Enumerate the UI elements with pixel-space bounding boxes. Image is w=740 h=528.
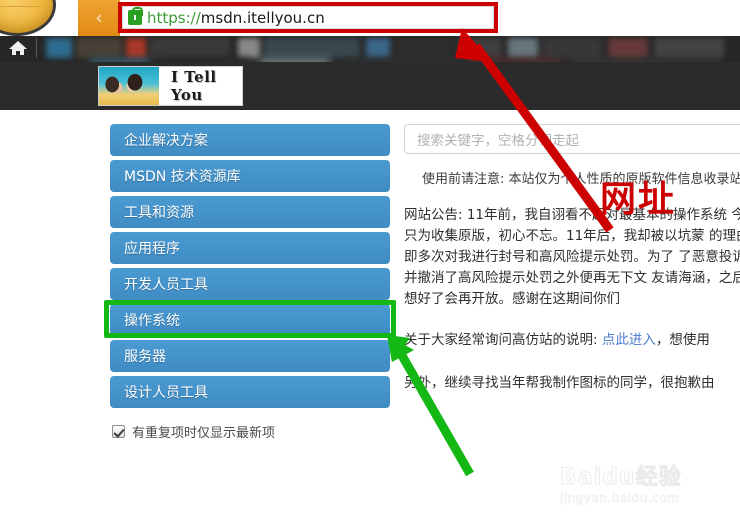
browser-chrome: ‹ https:// msdn.itellyou.cn [0,0,740,36]
watermark-sub: jingyan.baidu.com [560,491,680,506]
lock-icon [128,7,143,25]
sidebar-item-label: MSDN 技术资源库 [124,169,241,185]
search-placeholder: 搜索关键字，空格分词走起 [417,133,579,149]
url-host: msdn.itellyou.cn [200,8,325,27]
site-announcement: 网站公告: 11年前，我自诩看不起对最基本的操作系统 今只为收集原版，初心不忘。… [404,207,740,307]
sidebar-item-applications[interactable]: 应用程序 [110,232,390,264]
browser-menu-orb[interactable] [0,0,56,36]
sidebar-item-label: 操作系统 [124,313,180,329]
logo-photo-icon [99,67,159,105]
high-imitation-suffix: ，想使用 [655,332,710,348]
red-annotation-label: 网址 [600,179,677,220]
sidebar-item-label: 企业解决方案 [124,133,208,149]
baidu-jingyan-watermark: Baidu经验 jingyan.baidu.com [560,465,735,506]
latest-only-label: 有重复项时仅显示最新项 [132,426,276,441]
sidebar-item-label: 设计人员工具 [124,385,208,401]
icon-author-notice: 另外，继续寻找当年帮我制作图标的同学，很抱歉由 [404,375,715,391]
high-imitation-notice: 关于大家经常询问高仿站的说明: 点此进入，想使用 [404,330,740,351]
sidebar-item-msdn-library[interactable]: MSDN 技术资源库 [110,160,390,192]
sidebar-item-developer-tools[interactable]: 开发人员工具 [110,268,390,300]
sidebar-item-servers[interactable]: 服务器 [110,340,390,372]
sidebar-nav: 企业解决方案 MSDN 技术资源库 工具和资源 应用程序 开发人员工具 操作系统… [110,124,390,412]
high-imitation-prefix: 关于大家经常询问高仿站的说明: [404,332,602,348]
search-input[interactable]: 搜索关键字，空格分词走起 [404,124,740,154]
logo-text: I Tell You [171,68,217,104]
sidebar-item-enterprise-solutions[interactable]: 企业解决方案 [110,124,390,156]
toolbar-divider [36,38,37,58]
home-icon[interactable] [8,40,28,56]
sidebar-item-label: 应用程序 [124,241,180,257]
back-button[interactable]: ‹ [78,0,120,36]
latest-only-checkbox[interactable] [112,425,125,438]
enter-here-link[interactable]: 点此进入 [602,332,656,348]
url-bar[interactable]: https:// msdn.itellyou.cn [122,6,494,29]
site-header-band: I Tell You [0,62,740,110]
screenshot-root: ‹ https:// msdn.itellyou.cn I Tell You 企… [0,0,740,528]
sidebar-item-operating-systems[interactable]: 操作系统 [110,304,390,336]
site-logo[interactable]: I Tell You [98,66,243,106]
url-bar-highlight: https:// msdn.itellyou.cn [118,2,498,33]
sidebar-item-tools-and-resources[interactable]: 工具和资源 [110,196,390,228]
chevron-left-icon: ‹ [95,6,103,29]
sidebar-item-designer-tools[interactable]: 设计人员工具 [110,376,390,408]
sidebar-item-label: 工具和资源 [124,205,194,221]
watermark-main: Baidu经验 [560,465,682,490]
latest-only-checkbox-row[interactable]: 有重复项时仅显示最新项 [112,422,275,441]
sidebar-item-label: 服务器 [124,349,166,365]
content-column: 搜索关键字，空格分词走起 使用前请注意: 本站仅为个人性质的原版软件信息收录站点… [404,124,740,394]
usage-notice: 使用前请注意: 本站仅为个人性质的原版软件信息收录站点。 [422,172,740,187]
sidebar-item-label: 开发人员工具 [124,277,208,293]
url-scheme: https:// [147,8,201,27]
